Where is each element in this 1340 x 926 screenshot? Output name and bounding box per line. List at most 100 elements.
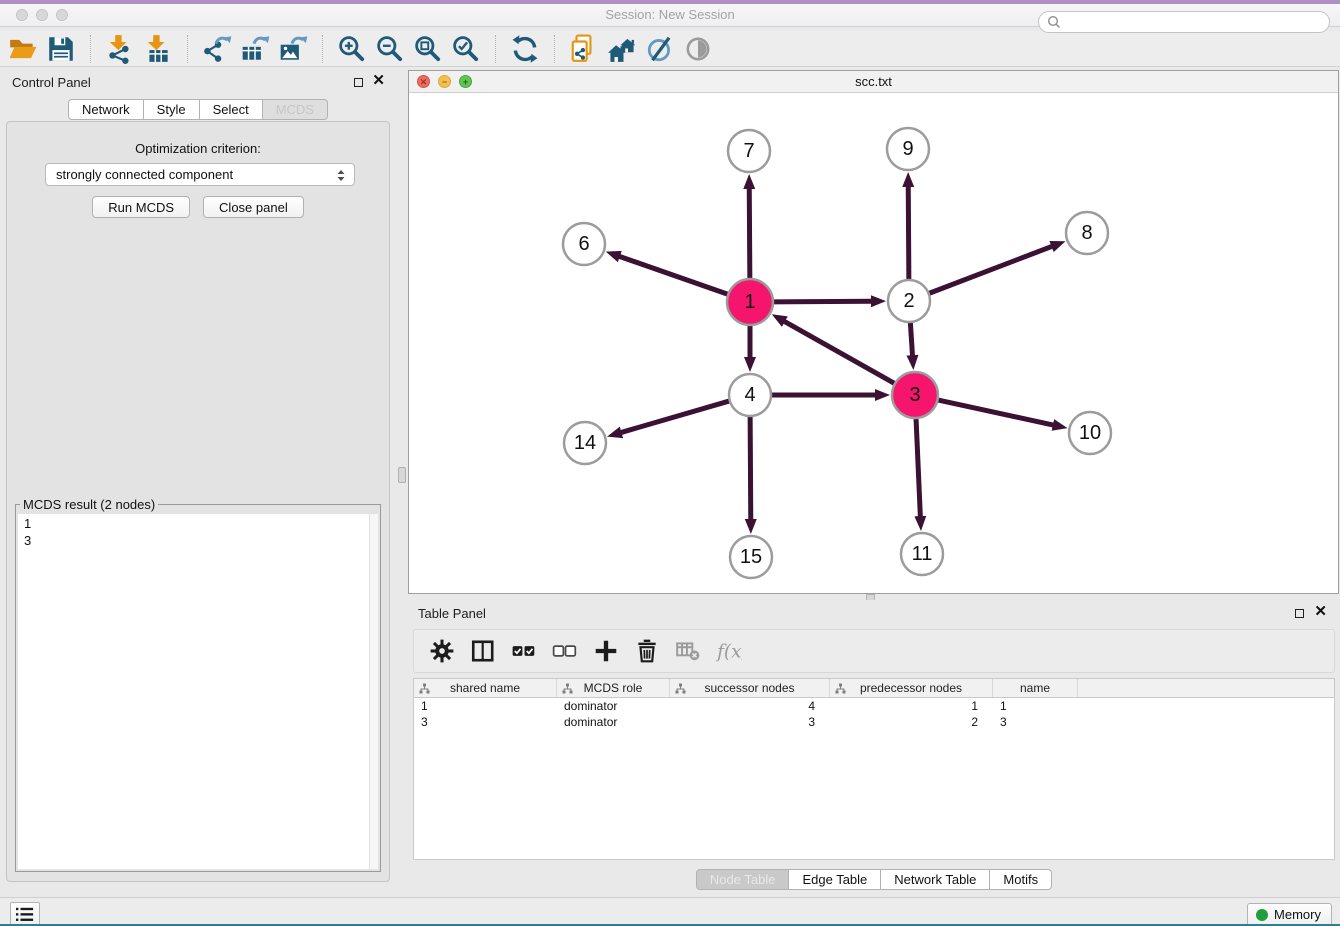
node-6[interactable]: 6: [563, 223, 605, 265]
edge-1-6[interactable]: [619, 256, 729, 295]
table-close-panel-icon[interactable]: ✕: [1314, 603, 1327, 621]
task-history-button[interactable]: [10, 902, 40, 926]
table-cell[interactable]: 3: [670, 714, 830, 730]
table-cell[interactable]: 1: [993, 698, 1078, 714]
node-10[interactable]: 10: [1069, 412, 1111, 454]
mcds-result-line: 1: [24, 515, 372, 532]
search-input[interactable]: [1065, 15, 1321, 29]
table-cell[interactable]: 1: [414, 698, 557, 714]
tab-network[interactable]: Network: [68, 99, 144, 120]
edge-2-8[interactable]: [928, 246, 1053, 294]
edge-1-2[interactable]: [772, 301, 872, 302]
table-row[interactable]: 3dominator323: [414, 714, 1334, 730]
deselect-all-rows-button[interactable]: [552, 638, 578, 664]
edge-3-1[interactable]: [784, 321, 896, 384]
close-panel-icon[interactable]: ✕: [372, 72, 385, 90]
add-column-button[interactable]: [593, 638, 619, 664]
float-panel-icon[interactable]: [354, 78, 363, 87]
node-7[interactable]: 7: [728, 130, 770, 172]
table-cell[interactable]: 2: [830, 714, 993, 730]
panel-splitter[interactable]: [396, 67, 408, 897]
zoom-selected-icon: [451, 34, 481, 64]
edge-2-3[interactable]: [910, 321, 912, 356]
table-row[interactable]: 1dominator411: [414, 698, 1334, 714]
run-mcds-button[interactable]: Run MCDS: [92, 196, 190, 218]
criterion-select[interactable]: strongly connected component: [45, 163, 355, 186]
zoom-selected-button[interactable]: [451, 33, 481, 65]
table-settings-button[interactable]: [429, 638, 455, 664]
node-2[interactable]: 2: [888, 280, 930, 322]
node-9[interactable]: 9: [887, 128, 929, 170]
edge-3-11[interactable]: [916, 417, 920, 517]
optimization-label: Optimization criterion:: [7, 141, 389, 156]
tab-network-table[interactable]: Network Table: [881, 869, 990, 890]
node-label: 7: [743, 140, 754, 162]
first-neighbors-button[interactable]: [607, 33, 637, 65]
column-header-name[interactable]: name: [993, 679, 1078, 697]
manage-columns-button[interactable]: [470, 638, 496, 664]
node-11[interactable]: 11: [901, 533, 943, 575]
edge-4-14[interactable]: [621, 401, 731, 433]
save-session-button[interactable]: [46, 33, 76, 65]
result-scrollbar[interactable]: [369, 514, 378, 869]
close-panel-button[interactable]: Close panel: [203, 196, 304, 218]
zoom-fit-button[interactable]: [413, 33, 443, 65]
table-cell[interactable]: 1: [830, 698, 993, 714]
mcds-result-fieldset: MCDS result (2 nodes) 13: [15, 497, 381, 872]
tab-mcds[interactable]: MCDS: [263, 99, 328, 120]
half-circle-icon: [683, 34, 713, 64]
import-network-button[interactable]: [105, 33, 135, 65]
import-table-button[interactable]: [143, 33, 173, 65]
refresh-layout-button[interactable]: [510, 33, 540, 65]
column-sort-icon: [562, 683, 573, 694]
export-image-button[interactable]: [278, 33, 308, 65]
tab-edge-table[interactable]: Edge Table: [789, 869, 881, 890]
table-panel-title: Table Panel: [418, 606, 486, 621]
table-cell[interactable]: dominator: [557, 698, 670, 714]
node-8[interactable]: 8: [1066, 212, 1108, 254]
application-window: Session: New Session Control Panel ✕ Net…: [0, 0, 1340, 926]
node-3[interactable]: 3: [892, 372, 938, 418]
toolbar-separator: [495, 35, 496, 63]
refresh-icon: [510, 34, 540, 64]
edge-4-15[interactable]: [750, 415, 751, 520]
memory-button[interactable]: Memory: [1247, 903, 1332, 926]
tab-style[interactable]: Style: [144, 99, 200, 120]
table-cell[interactable]: 3: [993, 714, 1078, 730]
toolbar-separator: [187, 35, 188, 63]
zoom-out-button[interactable]: [375, 33, 405, 65]
tab-motifs[interactable]: Motifs: [990, 869, 1052, 890]
node-15[interactable]: 15: [730, 536, 772, 578]
tab-select[interactable]: Select: [200, 99, 263, 120]
network-window-titlebar[interactable]: ✕ − + scc.txt: [409, 71, 1338, 93]
table-cell[interactable]: 4: [670, 698, 830, 714]
open-file-button[interactable]: [8, 33, 38, 65]
table-cell[interactable]: 3: [414, 714, 557, 730]
toolbar-separator: [322, 35, 323, 63]
edge-3-10[interactable]: [936, 400, 1053, 425]
clone-network-button[interactable]: [569, 33, 599, 65]
splitter-handle[interactable]: [398, 467, 406, 483]
column-header-predecessor-nodes[interactable]: predecessor nodes: [830, 679, 993, 697]
export-network-icon: [202, 34, 232, 64]
export-network-button[interactable]: [202, 33, 232, 65]
delete-column-button[interactable]: [634, 638, 660, 664]
column-header-successor-nodes[interactable]: successor nodes: [670, 679, 830, 697]
select-all-rows-button[interactable]: [511, 638, 537, 664]
hide-labels-button[interactable]: [645, 33, 675, 65]
node-4[interactable]: 4: [729, 374, 771, 416]
zoom-in-button[interactable]: [337, 33, 367, 65]
tab-node-table[interactable]: Node Table: [696, 869, 790, 890]
edge-2-9[interactable]: [908, 186, 909, 281]
export-table-button[interactable]: [240, 33, 270, 65]
node-14[interactable]: 14: [564, 422, 606, 464]
search-box[interactable]: [1038, 11, 1330, 33]
table-float-panel-icon[interactable]: [1295, 609, 1304, 618]
table-cell[interactable]: dominator: [557, 714, 670, 730]
column-header-MCDS-role[interactable]: MCDS role: [557, 679, 670, 697]
column-header-shared-name[interactable]: shared name: [414, 679, 557, 697]
node-1[interactable]: 1: [727, 279, 773, 325]
edge-1-7[interactable]: [749, 188, 750, 280]
mcds-result-area[interactable]: 13: [18, 514, 378, 869]
network-canvas[interactable]: 7 9 6 8 1 2 4 3 14 10 15 11: [409, 93, 1338, 593]
